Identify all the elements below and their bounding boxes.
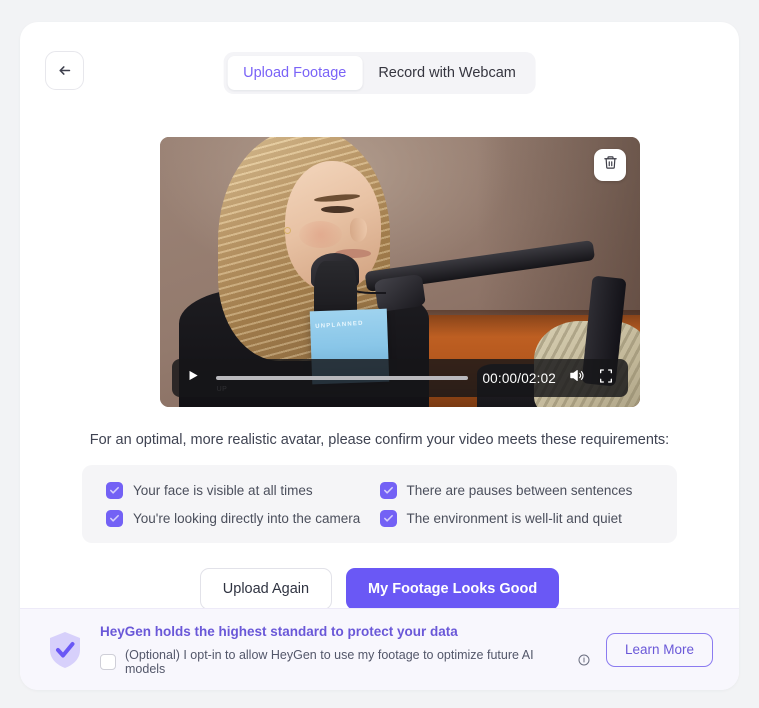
requirement-label: There are pauses between sentences — [406, 482, 633, 498]
tab-upload-footage-label: Upload Footage — [243, 65, 347, 81]
privacy-footer: HeyGen holds the highest standard to pro… — [20, 608, 739, 690]
tab-record-with-webcam-label: Record with Webcam — [378, 65, 516, 81]
learn-more-button[interactable]: Learn More — [605, 632, 713, 667]
requirement-label: Your face is visible at all times — [133, 482, 313, 498]
requirement-item[interactable]: Your face is visible at all times — [106, 481, 380, 499]
upload-again-button[interactable]: Upload Again — [199, 568, 333, 610]
optin-row[interactable]: (Optional) I opt-in to allow HeyGen to u… — [100, 648, 590, 676]
requirement-label: You're looking directly into the camera — [133, 510, 361, 526]
optin-checkbox[interactable] — [100, 653, 116, 670]
person-cheek — [299, 220, 343, 248]
card-header: Upload Footage Record with Webcam — [20, 22, 739, 100]
info-icon[interactable] — [578, 654, 590, 669]
optin-label: (Optional) I opt-in to allow HeyGen to u… — [125, 647, 534, 676]
mode-tabs: Upload Footage Record with Webcam — [223, 52, 536, 94]
upload-footage-card: Upload Footage Record with Webcam UP — [20, 22, 739, 690]
arrow-left-icon — [56, 62, 73, 79]
requirement-item[interactable]: You're looking directly into the camera — [106, 509, 380, 527]
delete-video-button[interactable] — [594, 149, 626, 181]
video-preview[interactable]: UP UNPLANNED — [160, 137, 640, 407]
shield-check-icon — [46, 629, 84, 671]
play-icon — [186, 368, 200, 388]
action-buttons: Upload Again My Footage Looks Good — [20, 568, 739, 610]
requirement-checkbox[interactable] — [379, 509, 397, 527]
back-button[interactable] — [45, 51, 84, 90]
requirement-item[interactable]: There are pauses between sentences — [379, 481, 654, 499]
fullscreen-button[interactable] — [596, 368, 616, 388]
requirements-title: For an optimal, more realistic avatar, p… — [89, 432, 670, 448]
tab-upload-footage[interactable]: Upload Footage — [227, 56, 363, 90]
privacy-text-block: HeyGen holds the highest standard to pro… — [100, 624, 590, 676]
play-button[interactable] — [184, 369, 202, 387]
video-controls: 00:00/02:02 — [172, 359, 628, 397]
app-root: Upload Footage Record with Webcam UP — [0, 0, 759, 708]
video-progress-bar[interactable] — [216, 376, 469, 380]
tab-record-with-webcam[interactable]: Record with Webcam — [362, 56, 532, 90]
my-footage-looks-good-button[interactable]: My Footage Looks Good — [346, 568, 560, 610]
volume-icon — [568, 367, 585, 389]
privacy-title: HeyGen holds the highest standard to pro… — [100, 623, 458, 639]
requirement-checkbox[interactable] — [106, 509, 123, 527]
microphone-flag-label: UNPLANNED — [314, 320, 364, 330]
volume-button[interactable] — [566, 368, 586, 388]
person-eye — [320, 205, 355, 213]
requirement-label: The environment is well-lit and quiet — [406, 510, 622, 526]
trash-icon — [603, 155, 618, 175]
requirement-checkbox[interactable] — [106, 481, 123, 499]
video-time-display: 00:00/02:02 — [482, 370, 556, 386]
optin-label-wrap: (Optional) I opt-in to allow HeyGen to u… — [125, 648, 590, 676]
requirement-item[interactable]: The environment is well-lit and quiet — [379, 509, 654, 527]
requirement-checkbox[interactable] — [379, 481, 397, 499]
requirements-panel: Your face is visible at all times There … — [82, 465, 677, 543]
fullscreen-icon — [598, 368, 614, 389]
